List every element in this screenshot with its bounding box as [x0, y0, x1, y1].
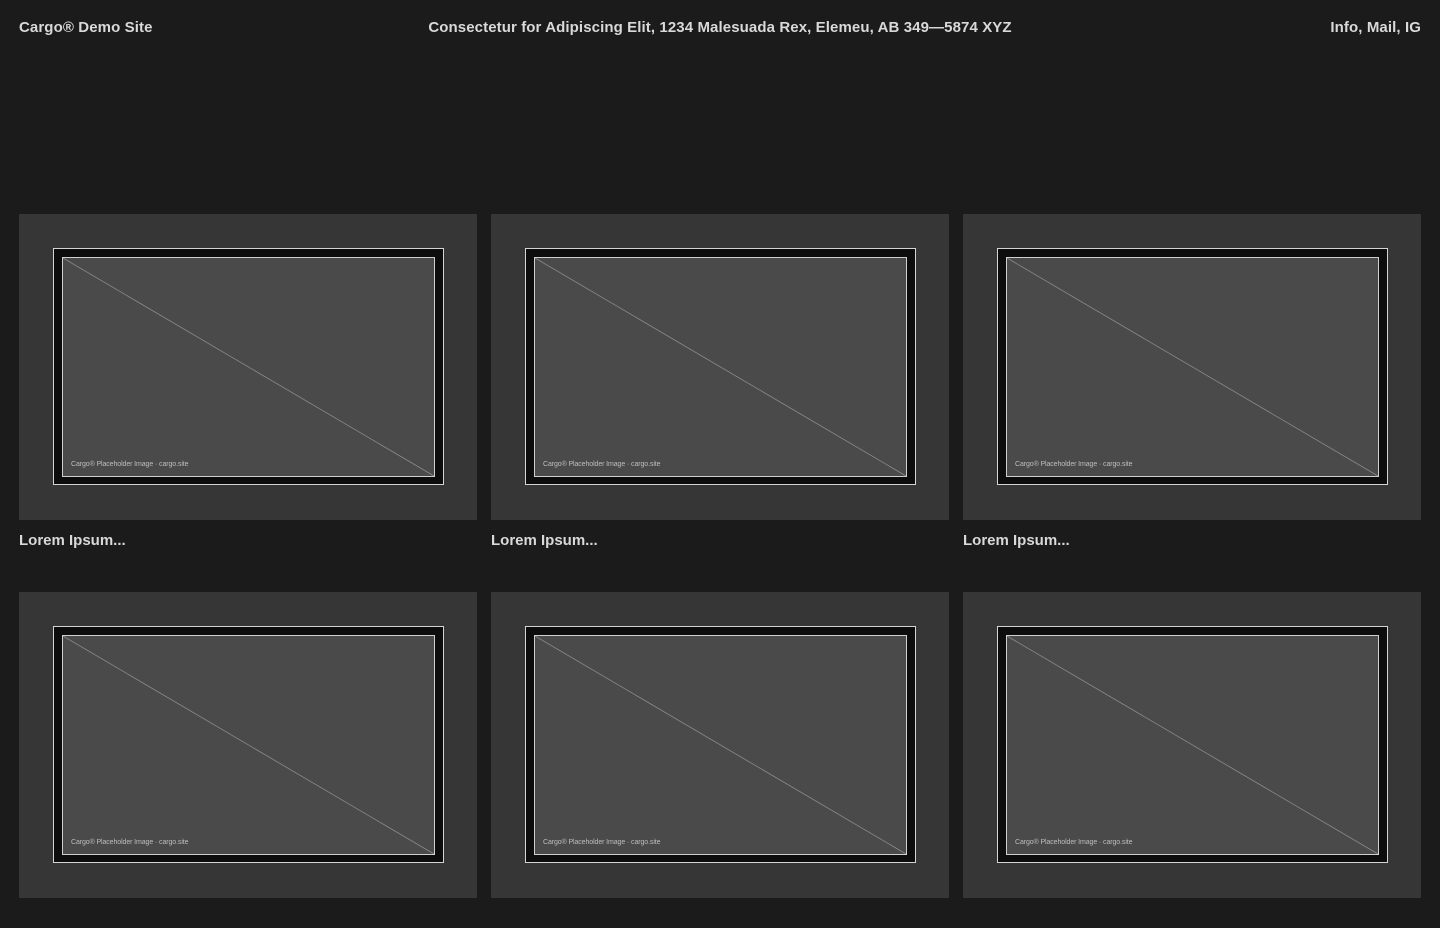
- placeholder-frame: Cargo® Placeholder Image · cargo.site: [997, 626, 1388, 863]
- diagonal-line-placeholder-icon: [63, 258, 434, 476]
- thumbnail-title[interactable]: [963, 910, 1421, 928]
- placeholder-image: Cargo® Placeholder Image · cargo.site: [1006, 635, 1379, 855]
- placeholder-frame: Cargo® Placeholder Image · cargo.site: [525, 248, 916, 485]
- ig-link[interactable]: IG: [1405, 19, 1421, 36]
- thumbnail-image[interactable]: Cargo® Placeholder Image · cargo.site: [963, 592, 1421, 898]
- thumbnail-grid: Cargo® Placeholder Image · cargo.site Lo…: [19, 214, 1421, 928]
- placeholder-frame: Cargo® Placeholder Image · cargo.site: [53, 248, 444, 485]
- site-title-link[interactable]: Cargo® Demo Site: [19, 19, 153, 36]
- placeholder-caption: Cargo® Placeholder Image · cargo.site: [1015, 461, 1133, 468]
- header-nav: Info, Mail, IG: [1330, 19, 1421, 36]
- nav-separator: ,: [1358, 19, 1367, 36]
- diagonal-line-placeholder-icon: [1007, 636, 1378, 854]
- diagonal-line-placeholder-icon: [535, 258, 906, 476]
- thumbnail-card[interactable]: Cargo® Placeholder Image · cargo.site: [491, 592, 949, 928]
- thumbnail-title[interactable]: [19, 910, 477, 928]
- thumbnail-card[interactable]: Cargo® Placeholder Image · cargo.site Lo…: [963, 214, 1421, 550]
- placeholder-caption: Cargo® Placeholder Image · cargo.site: [71, 461, 189, 468]
- address-text: Consectetur for Adipiscing Elit, 1234 Ma…: [0, 19, 1440, 36]
- thumbnail-title[interactable]: [491, 910, 949, 928]
- thumbnail-image[interactable]: Cargo® Placeholder Image · cargo.site: [491, 214, 949, 520]
- thumbnail-card[interactable]: Cargo® Placeholder Image · cargo.site Lo…: [491, 214, 949, 550]
- address-label: Consectetur for Adipiscing Elit, 1234 Ma…: [428, 19, 1012, 36]
- diagonal-line-placeholder-icon: [63, 636, 434, 854]
- thumbnail-title[interactable]: Lorem Ipsum...: [19, 532, 477, 550]
- thumbnail-title[interactable]: Lorem Ipsum...: [491, 532, 949, 550]
- placeholder-image: Cargo® Placeholder Image · cargo.site: [62, 635, 435, 855]
- thumbnail-card[interactable]: Cargo® Placeholder Image · cargo.site Lo…: [19, 214, 477, 550]
- placeholder-caption: Cargo® Placeholder Image · cargo.site: [1015, 839, 1133, 846]
- thumbnail-image[interactable]: Cargo® Placeholder Image · cargo.site: [491, 592, 949, 898]
- diagonal-line-placeholder-icon: [535, 636, 906, 854]
- thumbnail-card[interactable]: Cargo® Placeholder Image · cargo.site: [19, 592, 477, 928]
- placeholder-caption: Cargo® Placeholder Image · cargo.site: [543, 461, 661, 468]
- site-header: Cargo® Demo Site Consectetur for Adipisc…: [0, 0, 1440, 58]
- placeholder-caption: Cargo® Placeholder Image · cargo.site: [71, 839, 189, 846]
- placeholder-frame: Cargo® Placeholder Image · cargo.site: [997, 248, 1388, 485]
- placeholder-caption: Cargo® Placeholder Image · cargo.site: [543, 839, 661, 846]
- thumbnail-title[interactable]: Lorem Ipsum...: [963, 532, 1421, 550]
- diagonal-line-placeholder-icon: [1007, 258, 1378, 476]
- thumbnail-image[interactable]: Cargo® Placeholder Image · cargo.site: [19, 592, 477, 898]
- info-link[interactable]: Info: [1330, 19, 1358, 36]
- nav-separator: ,: [1396, 19, 1405, 36]
- placeholder-frame: Cargo® Placeholder Image · cargo.site: [525, 626, 916, 863]
- thumbnail-image[interactable]: Cargo® Placeholder Image · cargo.site: [19, 214, 477, 520]
- placeholder-image: Cargo® Placeholder Image · cargo.site: [62, 257, 435, 477]
- placeholder-image: Cargo® Placeholder Image · cargo.site: [534, 257, 907, 477]
- mail-link[interactable]: Mail: [1367, 19, 1397, 36]
- thumbnail-image[interactable]: Cargo® Placeholder Image · cargo.site: [963, 214, 1421, 520]
- thumbnail-card[interactable]: Cargo® Placeholder Image · cargo.site: [963, 592, 1421, 928]
- placeholder-frame: Cargo® Placeholder Image · cargo.site: [53, 626, 444, 863]
- placeholder-image: Cargo® Placeholder Image · cargo.site: [534, 635, 907, 855]
- placeholder-image: Cargo® Placeholder Image · cargo.site: [1006, 257, 1379, 477]
